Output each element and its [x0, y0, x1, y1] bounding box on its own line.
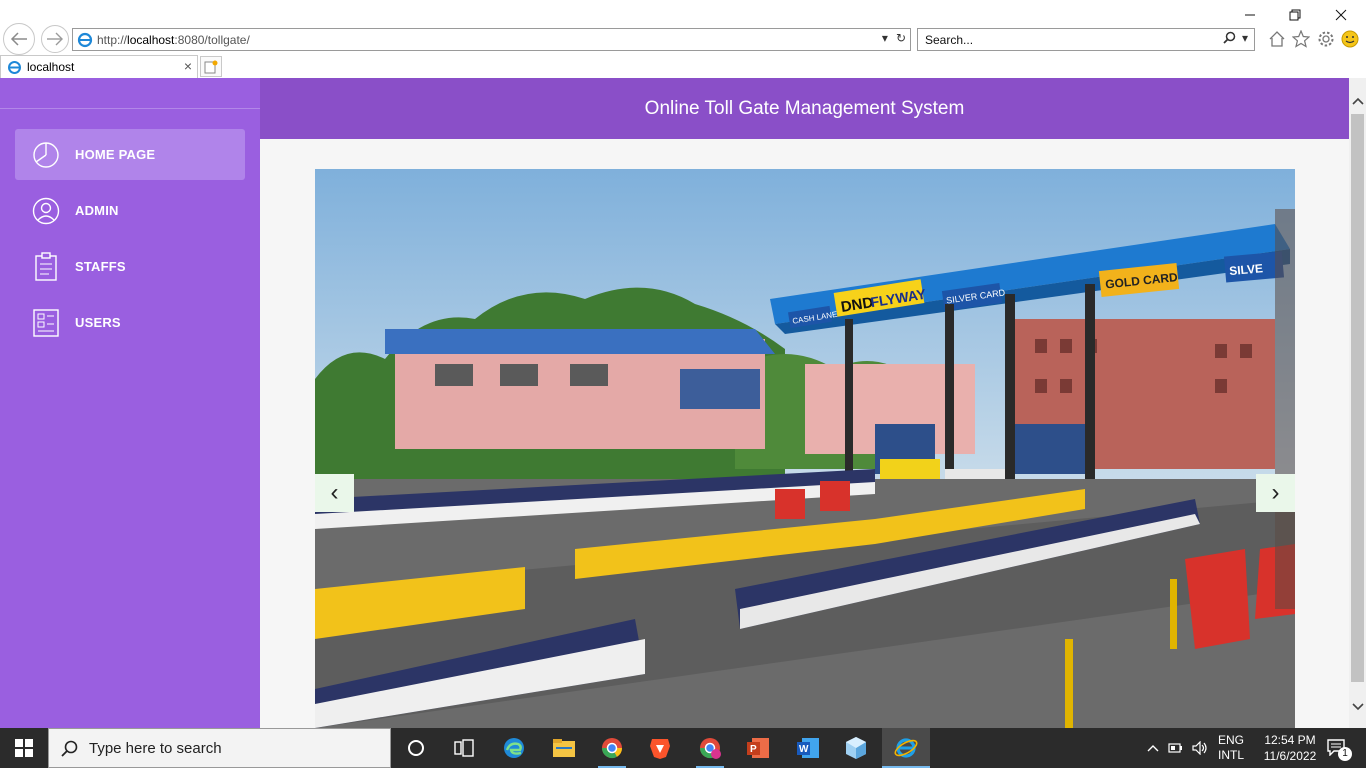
carousel-next-button[interactable]: › — [1256, 474, 1295, 512]
page-scrollbar[interactable] — [1349, 78, 1366, 728]
url-text[interactable]: http://localhost:8080/tollgate/ — [97, 33, 250, 47]
notifications-button[interactable]: 1 — [1326, 738, 1352, 761]
folder-icon — [553, 739, 575, 757]
user-icon — [31, 196, 61, 226]
chrome-icon — [601, 738, 623, 759]
cube-icon — [846, 737, 866, 759]
toll-plaza-photo: DND FLYWAY CASH LANE SILVER CARD GOLD CA… — [315, 169, 1295, 728]
browser-chrome: http://localhost:8080/tollgate/ ▾ ↻ Sear… — [0, 0, 1366, 78]
search-placeholder: Search... — [925, 33, 974, 47]
ie-tab-icon — [7, 60, 22, 80]
carousel-prev-button[interactable]: ‹ — [315, 474, 354, 512]
sidebar-item-label: ADMIN — [75, 203, 119, 218]
clock[interactable]: 12:54 PM 11/6/2022 — [1252, 732, 1328, 764]
back-button[interactable] — [3, 23, 35, 55]
sidebar-item-label: HOME PAGE — [75, 147, 156, 162]
minimize-icon[interactable] — [1227, 4, 1273, 26]
sidebar-item-admin[interactable]: ADMIN — [15, 185, 245, 236]
system-tray: ENG INTL 12:54 PM 11/6/2022 1 — [1140, 728, 1366, 768]
image-carousel: DND FLYWAY CASH LANE SILVER CARD GOLD CA… — [315, 169, 1295, 728]
windows-taskbar: Type here to search P W ENG INTL 12:54 P… — [0, 728, 1366, 768]
cortana-circle-icon — [408, 740, 424, 756]
task-view-icon — [454, 739, 474, 757]
windows-logo-icon — [15, 739, 33, 757]
refresh-icon[interactable]: ↻ — [896, 31, 906, 45]
taskbar-search-placeholder: Type here to search — [89, 740, 222, 757]
word-icon: W — [797, 738, 819, 758]
new-tab-button[interactable] — [200, 56, 222, 77]
tab-title: localhost — [27, 60, 75, 74]
chrome-profile-icon — [699, 738, 721, 759]
browser-tab[interactable]: localhost × — [0, 55, 198, 78]
taskbar-app-brave[interactable] — [636, 728, 684, 768]
sidebar-item-label: STAFFS — [75, 259, 126, 274]
notification-badge: 1 — [1338, 747, 1352, 761]
sidebar-item-label: USERS — [75, 315, 121, 330]
brave-lion-icon — [650, 739, 670, 759]
svg-text:P: P — [750, 744, 757, 755]
chevron-left-icon: ‹ — [330, 479, 339, 506]
users-list-icon — [31, 308, 61, 338]
restore-icon[interactable] — [1272, 4, 1318, 26]
favorites-star-icon[interactable] — [1291, 29, 1311, 49]
start-button[interactable] — [0, 728, 48, 768]
chevron-up-icon[interactable] — [1145, 740, 1161, 756]
sidebar-divider — [0, 108, 260, 109]
powerpoint-icon: P — [747, 738, 769, 758]
speaker-icon[interactable] — [1192, 740, 1208, 756]
task-view-button[interactable] — [440, 728, 488, 768]
internet-explorer-icon — [894, 738, 918, 758]
chevron-right-icon: › — [1271, 479, 1280, 506]
pie-chart-icon — [31, 140, 61, 170]
search-dropdown-icon[interactable]: ▾ — [1242, 31, 1248, 47]
taskbar-search-box[interactable]: Type here to search — [48, 728, 391, 768]
smiley-feedback-icon[interactable] — [1340, 29, 1360, 49]
taskbar-app-file-explorer[interactable] — [540, 728, 588, 768]
language-code: ENG — [1218, 733, 1245, 747]
page-title: Online Toll Gate Management System — [644, 97, 965, 119]
sidebar: HOME PAGE ADMIN STAFFS USERS — [0, 78, 260, 728]
scroll-down-icon[interactable] — [1349, 698, 1366, 715]
silve-sign: SILVE — [1229, 261, 1264, 278]
dropdown-icon[interactable]: ▾ — [882, 31, 888, 45]
sidebar-item-staffs[interactable]: STAFFS — [15, 241, 245, 292]
page-header: Online Toll Gate Management System — [260, 78, 1349, 139]
close-tab-icon[interactable]: × — [184, 58, 192, 74]
taskbar-app-internet-explorer[interactable] — [882, 728, 930, 768]
search-icon[interactable] — [1223, 31, 1236, 47]
ie-page-icon — [77, 32, 93, 53]
clock-time: 12:54 PM — [1264, 733, 1316, 747]
language-indicator[interactable]: ENG INTL — [1218, 733, 1244, 763]
taskbar-app-chrome[interactable] — [588, 728, 636, 768]
keyboard-layout: INTL — [1218, 748, 1245, 762]
address-bar[interactable]: http://localhost:8080/tollgate/ ▾ ↻ — [72, 28, 911, 51]
new-tab-icon — [204, 60, 218, 73]
back-arrow-icon — [10, 32, 27, 46]
clock-date: 11/6/2022 — [1263, 749, 1317, 763]
sidebar-item-home-page[interactable]: HOME PAGE — [15, 129, 245, 180]
taskbar-app-chrome-profile[interactable] — [686, 728, 734, 768]
home-icon[interactable] — [1267, 29, 1287, 49]
taskbar-app-word[interactable]: W — [784, 728, 832, 768]
scrollbar-thumb[interactable] — [1351, 114, 1364, 682]
forward-arrow-icon — [47, 32, 63, 46]
edge-icon — [504, 738, 524, 758]
taskbar-app-powerpoint[interactable]: P — [734, 728, 782, 768]
clipboard-icon — [31, 251, 61, 282]
browser-search-box[interactable]: Search... ▾ — [917, 28, 1255, 51]
forward-button[interactable] — [41, 25, 69, 53]
taskbar-app-edge[interactable] — [490, 728, 538, 768]
taskbar-app-3d-viewer[interactable] — [832, 728, 880, 768]
sidebar-item-users[interactable]: USERS — [15, 297, 245, 348]
battery-network-icon[interactable] — [1168, 740, 1184, 756]
gear-icon[interactable] — [1316, 29, 1336, 49]
svg-text:W: W — [799, 744, 809, 755]
close-window-icon[interactable] — [1318, 4, 1364, 26]
search-icon — [61, 740, 79, 763]
cortana-button[interactable] — [392, 728, 440, 768]
scroll-up-icon[interactable] — [1349, 92, 1366, 109]
